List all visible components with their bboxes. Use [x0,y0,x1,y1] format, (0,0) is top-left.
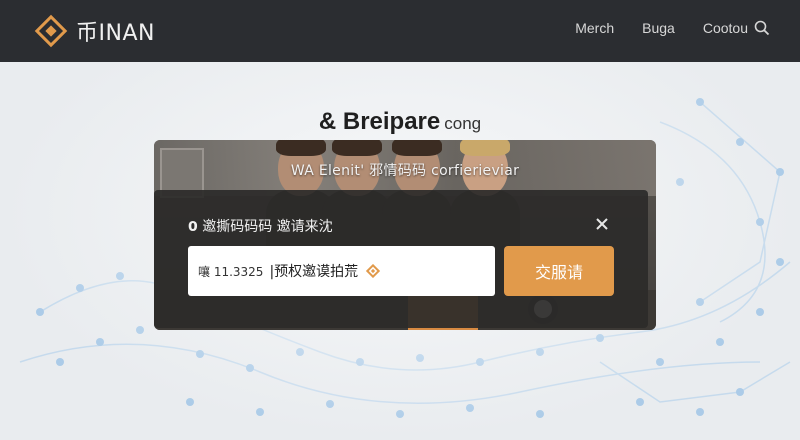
diamond-icon [366,264,381,278]
nav-link-cootou[interactable]: Cootou [703,20,748,36]
close-icon[interactable] [594,216,610,232]
nav-link-buga[interactable]: Buga [642,20,675,36]
hero-title-suffix: cong [444,114,482,133]
photo-caption: WA Elenit' 邪情码码 corfierieviar [290,163,520,179]
search-icon[interactable] [754,20,770,36]
confirm-button[interactable]: 交服请 [504,246,614,296]
nav-link-merch[interactable]: Merch [575,20,614,36]
dialog-title: 𝟬 邀撕码码码 邀请来沈 [188,219,333,235]
input-prefix: 嚷 11.3325 [198,264,264,279]
brand[interactable]: 币INAN [34,14,155,48]
invite-code-dialog: 𝟬 邀撕码码码 邀请来沈 嚷 11.3325 |预权邀谟拍荒 交服请 [154,190,648,328]
brand-logo-icon [34,14,68,48]
hero-title-main: & Breipare [318,108,441,135]
input-value: |预权邀谟拍荒 [269,264,359,280]
nav-links: Merch Buga Cootou [547,20,770,36]
invite-code-input[interactable]: 嚷 11.3325 |预权邀谟拍荒 [188,246,495,296]
brand-name: 币INAN [76,21,155,46]
top-navbar: 币INAN Merch Buga Cootou [0,0,800,62]
hero-title: & Breipare cong [0,108,800,136]
